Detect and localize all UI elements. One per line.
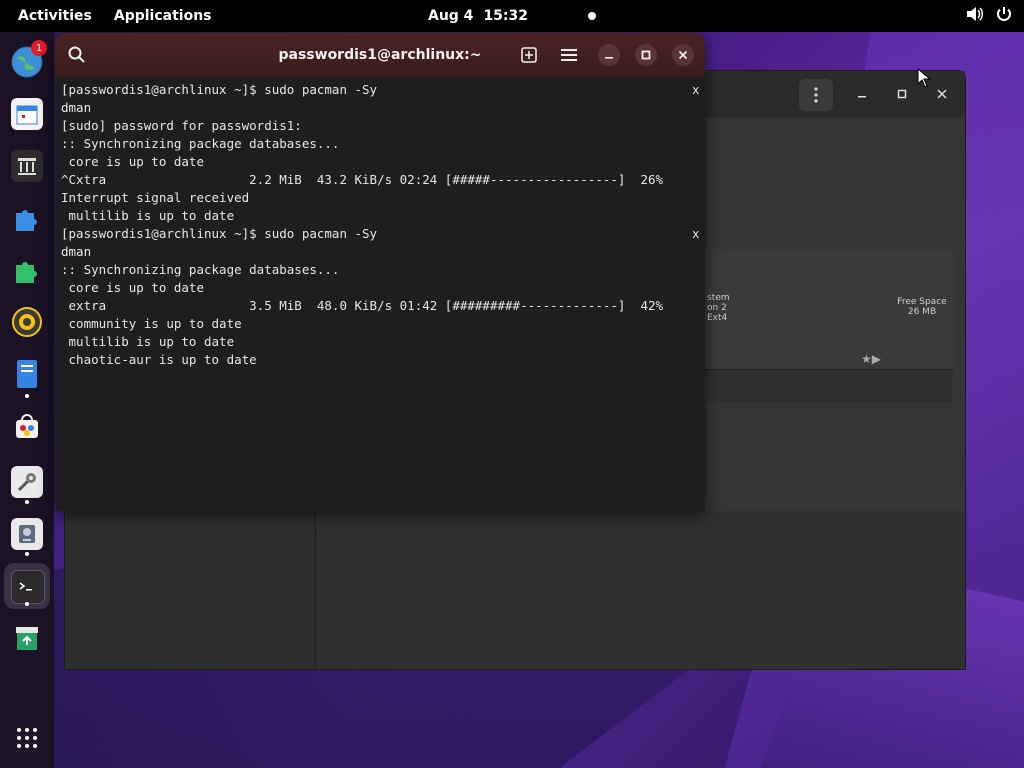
partition-label-line: on 2 — [707, 303, 727, 313]
running-indicator — [25, 394, 29, 398]
trash-icon[interactable] — [11, 622, 43, 654]
sound-recorder-icon[interactable] — [11, 306, 43, 338]
activities-button[interactable]: Activities — [18, 8, 92, 24]
terminal-icon[interactable] — [11, 570, 45, 604]
terminal-line: Interrupt signal received — [61, 190, 250, 205]
calendar-icon[interactable] — [11, 98, 43, 130]
notification-dot-icon — [588, 12, 597, 20]
dock: 1 — [0, 32, 54, 768]
top-bar: Activities Applications Aug 4 15:32 — [0, 0, 1024, 32]
terminal-line: [passwordis1@archlinux ~]$ sudo pacman -… — [61, 226, 378, 241]
volume-icon[interactable] — [966, 6, 984, 26]
minimize-button[interactable] — [598, 44, 620, 66]
running-indicator — [25, 500, 29, 504]
partition-label-line: stem — [707, 293, 730, 303]
mouse-cursor-icon — [917, 67, 932, 92]
terminal-output[interactable]: [passwordis1@archlinux ~]$ sudo pacman -… — [55, 79, 705, 511]
terminal-line: :: Synchronizing package databases... — [61, 136, 340, 151]
terminal-line: core is up to date — [61, 154, 204, 169]
new-tab-icon[interactable] — [514, 40, 544, 70]
hamburger-menu-icon[interactable] — [554, 40, 584, 70]
terminal-line: core is up to date — [61, 280, 204, 295]
applications-menu[interactable]: Applications — [114, 8, 212, 24]
terminal-line: [sudo] password for passwordis1: — [61, 118, 302, 133]
terminal-line: :: Synchronizing package databases... — [61, 262, 340, 277]
terminal-window: passwordis1@archlinux:~ [passwordis1@arc… — [55, 33, 705, 511]
drives-sidebar — [65, 511, 316, 669]
show-apps-grid-icon[interactable] — [11, 722, 43, 754]
terminal-line: ^Cxtra 2.2 MiB 43.2 KiB/s 02:24 [#####--… — [61, 172, 664, 187]
free-space-title: Free Space — [897, 297, 947, 307]
terminal-line: chaotic-aur is up to date — [61, 352, 257, 367]
text-editor-icon[interactable] — [11, 358, 43, 390]
window-menu-button[interactable] — [799, 79, 833, 111]
line-wrap-mark: x — [692, 226, 700, 241]
line-wrap-mark: x — [692, 82, 700, 97]
clock-time[interactable]: 15:32 — [483, 8, 528, 24]
running-indicator — [25, 602, 29, 606]
terminal-line: community is up to date — [61, 316, 242, 331]
maximize-button[interactable] — [635, 44, 657, 66]
close-button[interactable] — [672, 44, 694, 66]
software-store-icon[interactable] — [11, 410, 43, 442]
archive-icon[interactable] — [11, 150, 43, 182]
partition-label: stem on 2 Ext4 — [707, 293, 737, 323]
extension-manager-icon[interactable] — [11, 254, 43, 286]
terminal-line: [passwordis1@archlinux ~]$ sudo pacman -… — [61, 82, 378, 97]
disk-utility-icon[interactable] — [11, 518, 43, 550]
extensions-puzzle-icon[interactable] — [11, 202, 43, 234]
star-play-icon[interactable]: ★▶ — [861, 352, 881, 366]
power-icon[interactable] — [996, 6, 1012, 26]
terminal-line: extra 3.5 MiB 48.0 KiB/s 01:42 [########… — [61, 298, 664, 313]
partition-toolbar — [705, 369, 953, 402]
close-button[interactable] — [933, 85, 951, 103]
running-indicator — [25, 552, 29, 556]
minimize-button[interactable] — [853, 85, 871, 103]
terminal-line: dman — [61, 244, 92, 259]
free-space-label: Free Space 26 MB — [891, 297, 953, 317]
maximize-button[interactable] — [893, 85, 911, 103]
terminal-line: multilib is up to date — [61, 208, 235, 223]
terminal-line: dman — [61, 100, 92, 115]
clock-date[interactable]: Aug 4 — [428, 8, 473, 24]
partition-label-line: Ext4 — [707, 313, 728, 323]
settings-tools-icon[interactable] — [11, 466, 43, 498]
notification-badge: 1 — [31, 40, 47, 56]
terminal-line: multilib is up to date — [61, 334, 235, 349]
free-space-size: 26 MB — [907, 307, 937, 317]
